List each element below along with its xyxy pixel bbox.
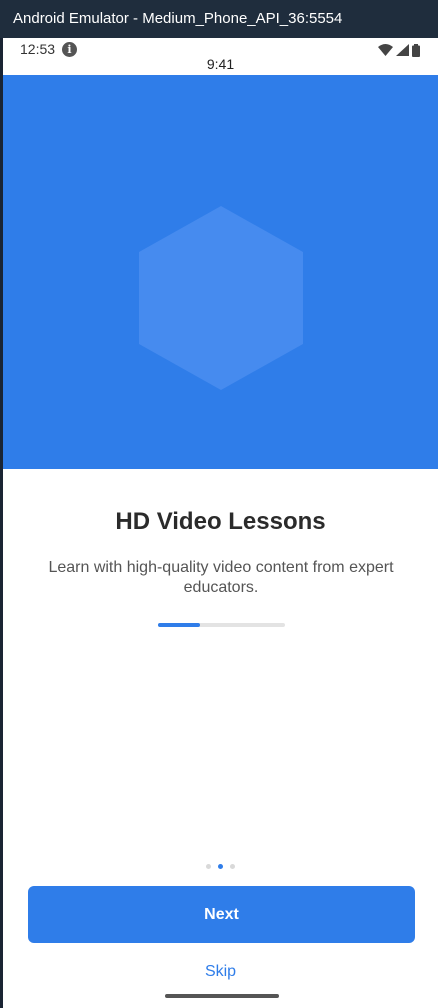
status-time: 12:53	[20, 41, 56, 57]
progress-bar-fill	[158, 623, 200, 627]
info-icon: i	[62, 42, 77, 57]
progress-bar	[158, 623, 285, 627]
page-indicator	[3, 864, 438, 869]
phone-screen: 12:53 i 9:41 HD Video Lessons Learn with…	[3, 38, 438, 1008]
wifi-icon	[378, 44, 393, 56]
status-icons	[378, 43, 420, 57]
home-indicator[interactable]	[165, 994, 279, 998]
page-dot	[230, 864, 235, 869]
signal-icon	[396, 44, 409, 56]
emulator-window-title: Android Emulator - Medium_Phone_API_36:5…	[0, 0, 438, 38]
battery-icon	[412, 43, 420, 57]
onboarding-description: Learn with high-quality video content fr…	[48, 559, 394, 596]
app-clock: 9:41	[206, 56, 235, 72]
page-dot	[206, 864, 211, 869]
page-dot	[218, 864, 223, 869]
hexagon-icon	[139, 206, 303, 390]
next-button[interactable]: Next	[28, 886, 415, 943]
skip-button[interactable]: Skip	[3, 963, 438, 981]
onboarding-title: HD Video Lessons	[115, 508, 326, 535]
hero-banner	[3, 75, 438, 469]
